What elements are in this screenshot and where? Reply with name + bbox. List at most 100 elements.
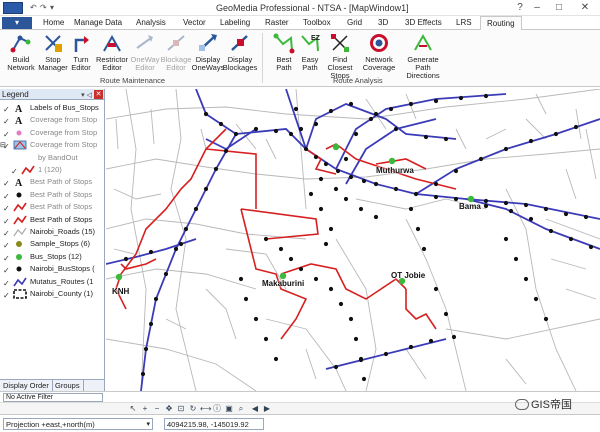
- map-label-knh: KNH: [112, 287, 130, 296]
- fit-icon[interactable]: ⊡: [176, 404, 186, 414]
- bus-stop-marker: [573, 124, 579, 130]
- refresh-icon[interactable]: ↻: [188, 404, 198, 414]
- tab-3d[interactable]: 3D: [378, 18, 388, 27]
- legend-visibility-checkbox[interactable]: ✓: [3, 290, 10, 300]
- zoom-out-icon[interactable]: −: [152, 404, 162, 414]
- tab-routing[interactable]: Routing: [480, 16, 522, 31]
- magnify-icon[interactable]: ⌕: [236, 404, 246, 414]
- legend-row[interactable]: by BandOut: [0, 152, 105, 164]
- bus-stop-marker: [421, 246, 427, 252]
- application-menu-button[interactable]: [3, 2, 23, 14]
- legend-visibility-checkbox[interactable]: ✓: [3, 228, 10, 238]
- tab-manage-data[interactable]: Manage Data: [74, 18, 122, 27]
- legend-visibility-checkbox[interactable]: ✓: [3, 116, 10, 126]
- bus-stop-marker: [173, 246, 179, 252]
- tab-groups[interactable]: Groups: [52, 380, 84, 391]
- help-icon[interactable]: ?: [513, 1, 527, 14]
- close-icon[interactable]: ✕: [578, 1, 592, 14]
- redo-icon[interactable]: ↷: [40, 3, 47, 12]
- zoom-in-icon[interactable]: +: [140, 404, 150, 414]
- tab-labeling[interactable]: Labeling: [220, 18, 250, 27]
- legend-row[interactable]: ✓ Coverage from Stop: [0, 139, 105, 151]
- legend-row[interactable]: ✓ Coverage from Stop: [0, 127, 105, 139]
- tab-display-order[interactable]: Display Order: [0, 380, 53, 391]
- legend-row[interactable]: ✓ Best Path of Stops: [0, 189, 105, 201]
- legend-row[interactable]: ✓ A Labels of Bus_Stops: [0, 102, 105, 114]
- pan-icon[interactable]: ✥: [164, 404, 174, 414]
- network-coverage-button[interactable]: Network Coverage: [359, 32, 399, 72]
- legend-footer: Display Order Groups: [0, 379, 104, 391]
- legend-row[interactable]: ✓ Nairobi_County (1): [0, 288, 105, 300]
- legend-visibility-checkbox[interactable]: ✓: [3, 178, 10, 188]
- legend-row[interactable]: ✓ Nairobi_Roads (15): [0, 226, 105, 238]
- tab-grid[interactable]: Grid: [347, 18, 362, 27]
- legend-row[interactable]: ✓ Best Path of Stops: [0, 201, 105, 213]
- legend-row[interactable]: ✓ Nairobi_BusStops (: [0, 263, 105, 275]
- legend-visibility-checkbox[interactable]: ✓: [3, 253, 10, 263]
- bus-stop-marker: [178, 241, 184, 247]
- find-closest-stops-button[interactable]: Find Closest Stops: [320, 32, 360, 80]
- legend-visibility-checkbox[interactable]: ✓: [3, 240, 10, 250]
- network-coverage-icon: [370, 34, 388, 52]
- legend-row[interactable]: ✓ A Coverage from Stop: [0, 114, 105, 126]
- bus-stop-marker: [583, 214, 589, 220]
- map-canvas[interactable]: [106, 89, 600, 391]
- legend-visibility-checkbox[interactable]: ✓: [3, 129, 10, 139]
- projection-dropdown[interactable]: Projection +east,+north(m) ▾: [3, 418, 153, 430]
- tree-collapse-icon[interactable]: ⊟: [0, 141, 6, 149]
- customize-qat-icon[interactable]: ▾: [50, 3, 54, 12]
- legend-visibility-checkbox[interactable]: ✓: [3, 191, 10, 201]
- bus-stop-marker: [373, 214, 379, 220]
- legend-visibility-checkbox[interactable]: ✓: [3, 265, 10, 275]
- bus-stop-marker: [313, 121, 319, 127]
- oneway-editor-icon: [136, 35, 153, 49]
- legend-row[interactable]: ✓ Bus_Stops (12): [0, 251, 105, 263]
- legend-visibility-checkbox[interactable]: ✓: [3, 104, 10, 114]
- forward-icon[interactable]: ▶: [262, 404, 272, 414]
- bus-stop-marker: [361, 376, 367, 382]
- tab-vector[interactable]: Vector: [183, 18, 206, 27]
- legend-visibility-checkbox[interactable]: ✓: [3, 203, 10, 213]
- overview-icon[interactable]: ▣: [224, 404, 234, 414]
- bus-stop-marker: [288, 131, 294, 137]
- back-icon[interactable]: ◀: [250, 404, 260, 414]
- legend-row[interactable]: ✓ Mutatus_Routes (1: [0, 276, 105, 288]
- legend-row[interactable]: ✓ 1 (120): [0, 164, 105, 176]
- bus-stop-marker: [140, 371, 146, 377]
- maximize-icon[interactable]: □: [552, 1, 566, 14]
- title-bar: ↶ ↷ ▾ GeoMedia Professional - NTSA - [Ma…: [0, 0, 600, 16]
- bus-stop-marker: [443, 311, 449, 317]
- info-icon[interactable]: ⓘ: [212, 404, 222, 414]
- bus-stop-marker: [528, 216, 534, 222]
- file-tab[interactable]: ▾: [2, 17, 32, 29]
- display-blockages-button[interactable]: Display Blockages: [220, 32, 260, 72]
- tab-toolbox[interactable]: Toolbox: [303, 18, 331, 27]
- tab-home[interactable]: Home: [43, 18, 64, 27]
- tab-analysis[interactable]: Analysis: [136, 18, 166, 27]
- bus-stop-marker: [443, 136, 449, 142]
- undo-icon[interactable]: ↶: [30, 3, 37, 12]
- legend-symbol-icon: A: [15, 104, 23, 114]
- generate-path-directions-button[interactable]: Generate Path Directions: [399, 32, 447, 80]
- tab-3d-effects[interactable]: 3D Effects: [405, 18, 442, 27]
- legend-visibility-checkbox[interactable]: ✓: [11, 166, 18, 176]
- bus-stop-marker: [163, 271, 169, 277]
- legend-row[interactable]: ✓ A Best Path of Stops: [0, 176, 105, 188]
- measure-icon[interactable]: ⟷: [200, 404, 211, 414]
- map-label-ot-jobie: OT Jobie: [391, 271, 426, 280]
- legend-row[interactable]: ✓ Sample_Stops (6): [0, 238, 105, 250]
- select-icon[interactable]: ↖: [128, 404, 138, 414]
- tab-raster[interactable]: Raster: [265, 18, 289, 27]
- close-legend-icon[interactable]: ✕: [94, 90, 103, 99]
- bus-stop-marker: [408, 206, 414, 212]
- bus-stop-marker: [263, 336, 269, 342]
- minimize-icon[interactable]: –: [530, 1, 544, 14]
- active-filter-dropdown[interactable]: No Active Filter: [3, 393, 103, 402]
- tab-lrs[interactable]: LRS: [456, 18, 472, 27]
- map-window[interactable]: Muthurwa Bama KNH Makaburini OT Jobie: [106, 89, 600, 391]
- legend-row[interactable]: ✓ Best Path of Stops: [0, 214, 105, 226]
- legend-visibility-checkbox[interactable]: ✓: [3, 278, 10, 288]
- legend-visibility-checkbox[interactable]: ✓: [3, 216, 10, 226]
- bus-stop-marker: [513, 256, 519, 262]
- pin-icon[interactable]: ▾ ◁: [81, 90, 92, 101]
